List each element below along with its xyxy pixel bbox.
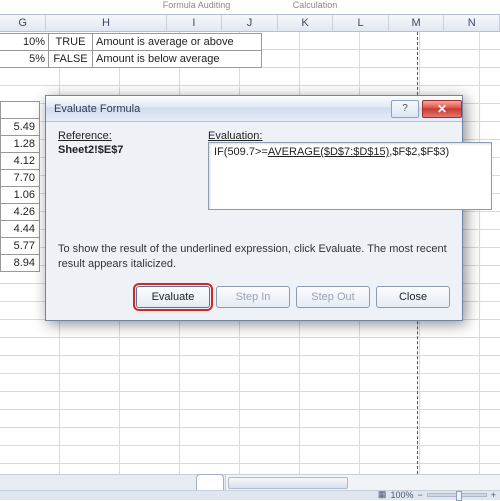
formula-text: ,$F$2,$F$3) [389, 146, 449, 158]
zoom-control[interactable]: ▦ 100% − + [378, 489, 496, 500]
table-header-fragment[interactable]: ion [0, 101, 40, 119]
table-value[interactable]: 1.06 [0, 186, 40, 204]
reference-label: Reference: [58, 130, 208, 142]
view-icon[interactable]: ▦ [378, 489, 387, 500]
help-icon: ? [402, 103, 408, 114]
col-header-H[interactable]: H [46, 15, 166, 31]
step-out-button: Step Out [296, 286, 370, 308]
col-header-I[interactable]: I [167, 15, 223, 31]
zoom-knob[interactable] [456, 491, 462, 501]
evaluate-formula-dialog: Evaluate Formula ? ✕ Reference: Evaluati… [45, 95, 463, 321]
column-headers: G H I J K L M N [0, 14, 500, 32]
col-header-J[interactable]: J [222, 15, 278, 31]
table-value[interactable]: 5.77 [0, 237, 40, 255]
col-header-L[interactable]: L [333, 15, 389, 31]
col-header-G[interactable]: G [0, 15, 46, 31]
table-value[interactable]: 4.44 [0, 220, 40, 238]
plus-icon[interactable]: + [491, 490, 496, 500]
sheet-tab[interactable] [196, 474, 224, 491]
dialog-help-text: To show the result of the underlined exp… [58, 242, 450, 272]
table-value[interactable]: 4.12 [0, 152, 40, 170]
minus-icon[interactable]: − [417, 490, 422, 500]
ribbon-group-labels: Formula Auditing Calculation [0, 0, 500, 12]
col-header-N[interactable]: N [444, 15, 500, 31]
cell-G-pct[interactable]: 10% [0, 33, 49, 51]
sheet-tab-bar [0, 474, 500, 490]
cell-desc[interactable]: Amount is below average [92, 50, 262, 68]
evaluate-button[interactable]: Evaluate [136, 286, 210, 308]
cell-desc[interactable]: Amount is average or above [92, 33, 262, 51]
dialog-title: Evaluate Formula [54, 103, 140, 115]
table-value[interactable]: 8.94 [0, 254, 40, 272]
zoom-slider[interactable] [427, 493, 487, 497]
window-close-button[interactable]: ✕ [422, 100, 462, 118]
status-bar: ▦ 100% − + [0, 490, 500, 500]
cell-bool[interactable]: FALSE [48, 50, 93, 68]
close-button[interactable]: Close [376, 286, 450, 308]
table-value[interactable]: 5.49 [0, 118, 40, 136]
col-header-K[interactable]: K [278, 15, 334, 31]
table-value[interactable]: 7.70 [0, 169, 40, 187]
close-icon: ✕ [437, 102, 447, 116]
scroll-thumb[interactable] [228, 477, 348, 489]
table-value[interactable]: 4.26 [0, 203, 40, 221]
help-button[interactable]: ? [391, 100, 419, 118]
evaluation-box[interactable]: IF(509.7>=AVERAGE($D$7:$D$15),$F$2,$F$3) [208, 142, 492, 210]
formula-text: IF(509.7>= [214, 146, 268, 158]
cell-G-pct[interactable]: 5% [0, 50, 49, 68]
formula-underlined: AVERAGE($D$7:$D$15) [268, 146, 389, 158]
table-value[interactable]: 1.28 [0, 135, 40, 153]
evaluation-label: Evaluation: [208, 130, 262, 142]
dialog-titlebar[interactable]: Evaluate Formula ? ✕ [46, 96, 462, 122]
cell-bool[interactable]: TRUE [48, 33, 93, 51]
col-header-M[interactable]: M [389, 15, 445, 31]
zoom-value: 100% [390, 490, 413, 500]
step-in-button: Step In [216, 286, 290, 308]
